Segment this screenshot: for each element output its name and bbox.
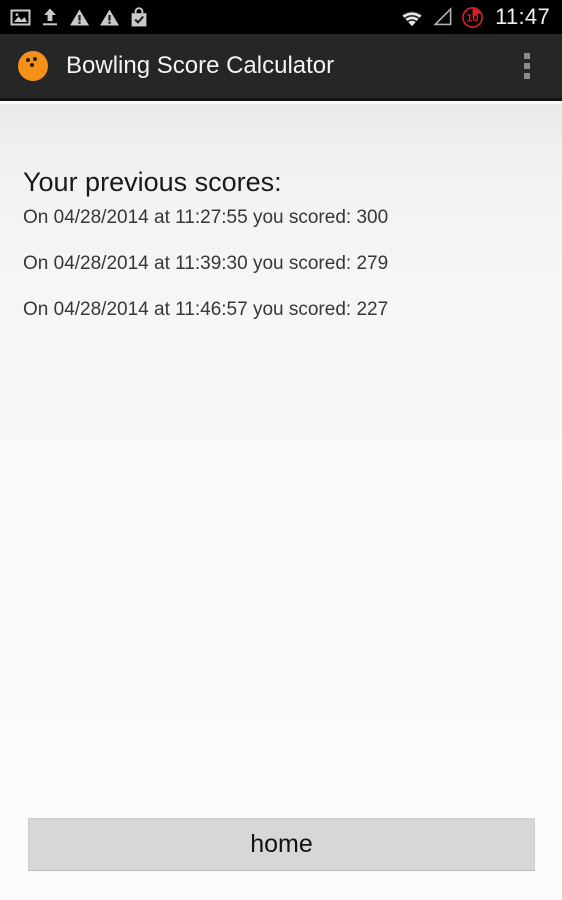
list-item: On 04/28/2014 at 11:39:30 you scored: 27… (23, 253, 389, 274)
upload-icon (40, 7, 60, 27)
action-bar: Bowling Score Calculator (0, 34, 562, 101)
bag-check-icon (129, 6, 149, 28)
battery-circle-icon: 10 (460, 5, 485, 30)
main-content: Your previous scores: On 04/28/2014 at 1… (0, 104, 562, 900)
status-bar-system-icons: 10 11:47 (399, 4, 552, 30)
overflow-menu-icon[interactable] (512, 42, 542, 90)
signal-icon (432, 7, 453, 27)
warning-icon-2 (99, 8, 120, 27)
list-item: On 04/28/2014 at 11:27:55 you scored: 30… (23, 207, 389, 228)
app-title: Bowling Score Calculator (66, 52, 335, 79)
wifi-icon (399, 7, 425, 27)
bowling-ball-icon (18, 51, 48, 81)
status-bar-clock: 11:47 (495, 4, 550, 29)
app-screen: 10 11:47 Bowling Score Calculator Your p… (0, 0, 562, 900)
overflow-dot-3 (524, 73, 530, 79)
list-item: On 04/28/2014 at 11:46:57 you scored: 22… (23, 299, 389, 320)
page-title: Your previous scores: (23, 167, 282, 197)
status-bar: 10 11:47 (0, 0, 562, 34)
overflow-dot-2 (524, 63, 530, 69)
overflow-dot-1 (524, 53, 530, 59)
status-bar-notification-icons (10, 6, 149, 28)
previous-scores-list: On 04/28/2014 at 11:27:55 you scored: 30… (23, 207, 543, 345)
battery-badge-text: 10 (466, 12, 478, 24)
image-icon (10, 8, 31, 27)
warning-icon (69, 8, 90, 27)
home-button[interactable]: home (28, 818, 535, 871)
